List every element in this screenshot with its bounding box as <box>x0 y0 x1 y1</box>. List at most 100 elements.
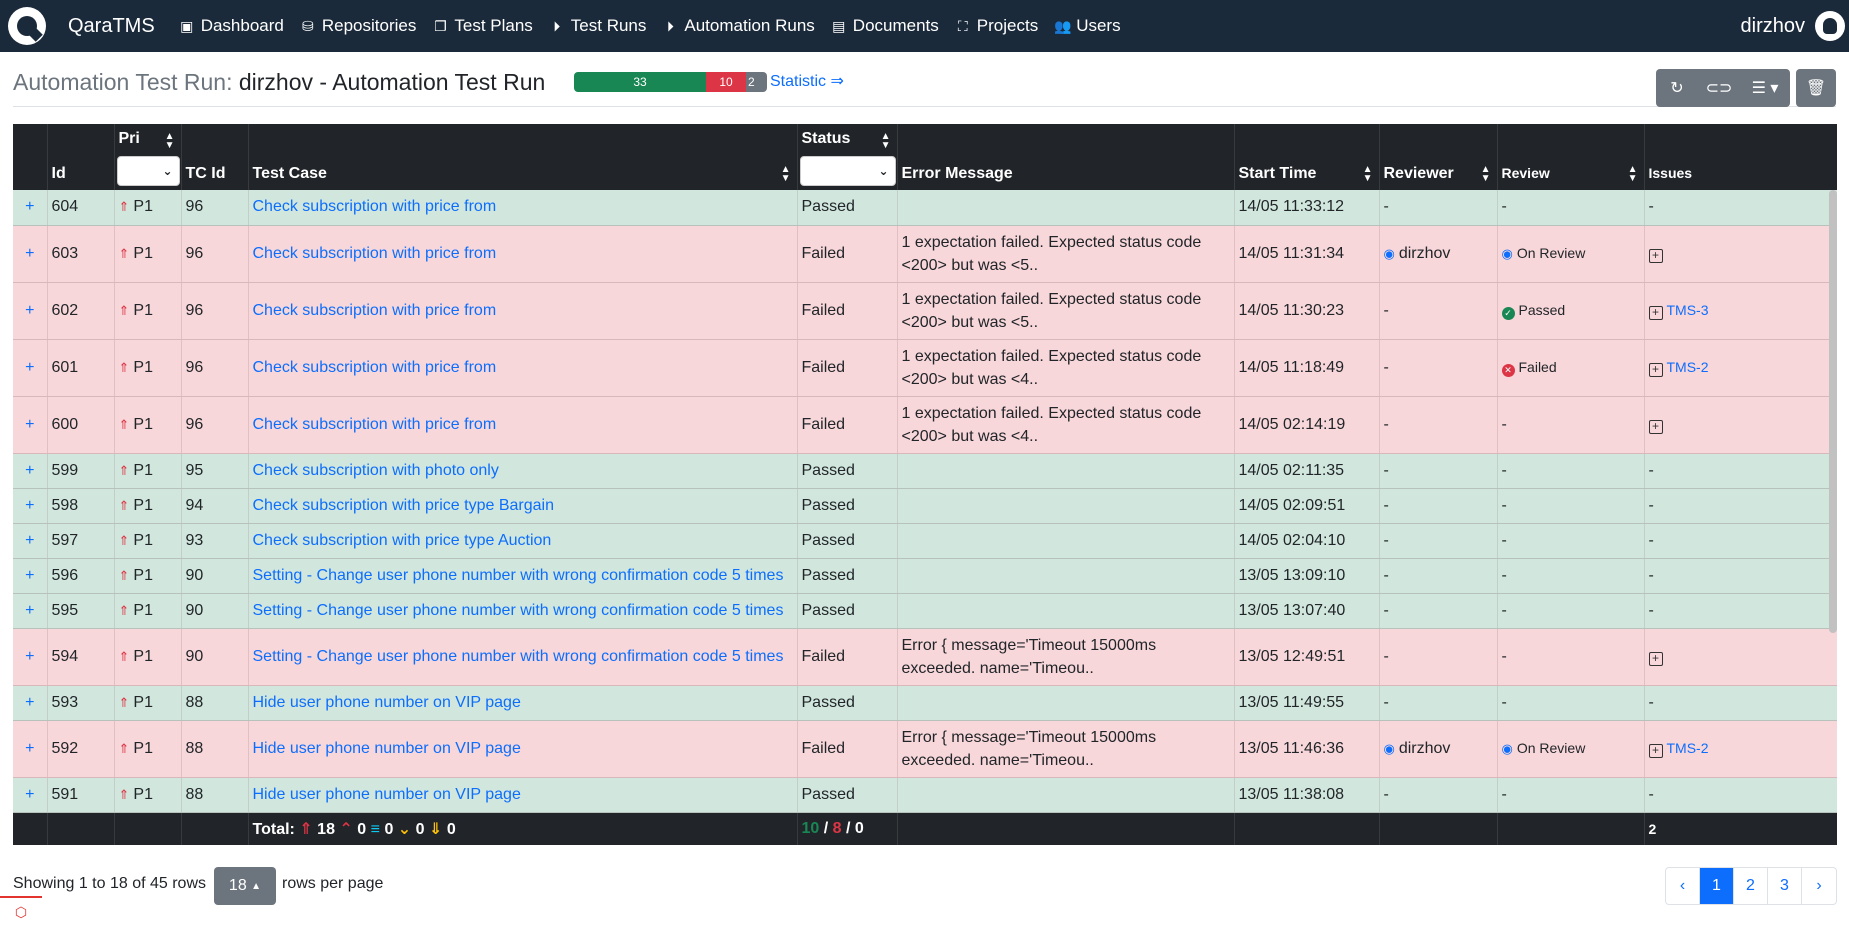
expand-row-button[interactable]: + <box>13 339 48 397</box>
col-status[interactable]: Status ▲ ▼ ⌄ <box>797 124 898 190</box>
expand-row-button[interactable]: + <box>13 282 48 340</box>
expand-row-button[interactable]: + <box>13 225 48 283</box>
nav-users[interactable]: 👥 Users <box>1054 16 1120 36</box>
nav-projects[interactable]: ⛶ Projects <box>955 16 1038 36</box>
add-issue-icon[interactable]: + <box>1648 651 1663 666</box>
expand-row-button[interactable]: + <box>13 396 48 454</box>
github-icon[interactable] <box>1815 11 1845 41</box>
add-issue-icon[interactable]: + <box>1648 419 1663 434</box>
page-2-button[interactable]: 2 <box>1734 868 1768 904</box>
table-row[interactable]: +601 ⇑ P1 96 Check subscription with price f… <box>13 339 1837 397</box>
col-id[interactable]: Id <box>47 124 115 190</box>
col-start-time[interactable]: Start Time ▲ ▼ <box>1234 124 1380 190</box>
add-issue-icon[interactable]: + <box>1648 248 1663 263</box>
cell-status: Failed <box>797 396 898 454</box>
cell-reviewer: - <box>1379 488 1498 524</box>
expand-row-button[interactable]: + <box>13 720 48 778</box>
table-body: +604 ⇑ P1 96 Check subscription with price f… <box>13 190 1837 813</box>
nav-documents[interactable]: ▤ Documents <box>831 16 939 36</box>
table-row[interactable]: +598 ⇑ P1 94 Check subscription with price t… <box>13 488 1837 524</box>
priority-filter-select[interactable]: ⌄ <box>116 156 180 186</box>
cell-test-case-link[interactable]: Hide user phone number on VIP page <box>248 685 798 721</box>
cell-test-case-link[interactable]: Check subscription with price from <box>248 190 798 226</box>
p3-count: 0 <box>384 820 394 838</box>
cell-test-case-link[interactable]: Hide user phone number on VIP page <box>248 720 798 778</box>
cell-test-case-link[interactable]: Setting - Change user phone number with … <box>248 558 798 594</box>
current-user[interactable]: dirzhov <box>1741 15 1805 38</box>
expand-row-button[interactable]: + <box>13 593 48 629</box>
nav-test-plans[interactable]: ❐ Test Plans <box>432 16 533 36</box>
col-priority[interactable]: Pri ▲ ▼ ⌄ <box>114 124 182 190</box>
table-row[interactable]: +596 ⇑ P1 90 Setting - Change user phone num… <box>13 558 1837 594</box>
reviewer-value: - <box>1383 531 1389 549</box>
cell-test-case-link[interactable]: Hide user phone number on VIP page <box>248 777 798 813</box>
table-row[interactable]: +595 ⇑ P1 90 Setting - Change user phone num… <box>13 593 1837 629</box>
sitemap-icon: ⛶ <box>957 17 968 34</box>
expand-row-button[interactable]: + <box>13 777 48 813</box>
expand-row-button[interactable]: + <box>13 190 48 226</box>
cell-test-case-link[interactable]: Check subscription with price from <box>248 282 798 340</box>
statistic-link[interactable]: Statistic ⇒ <box>770 71 844 91</box>
cell-test-case-link[interactable]: Check subscription with price from <box>248 339 798 397</box>
col-review[interactable]: Review ▲ ▼ <box>1497 124 1645 190</box>
review-status: - <box>1501 415 1507 433</box>
table-row[interactable]: +593 ⇑ P1 88 Hide user phone number on VIP p… <box>13 685 1837 721</box>
brand[interactable]: QaraTMS <box>8 7 155 45</box>
expand-row-button[interactable]: + <box>13 523 48 559</box>
status-filter-select[interactable]: ⌄ <box>799 156 896 186</box>
page-prev-button[interactable]: ‹ <box>1666 868 1700 904</box>
cell-test-case-link[interactable]: Check subscription with price from <box>248 225 798 283</box>
table-scrollbar[interactable] <box>1829 190 1837 633</box>
expand-row-button[interactable]: + <box>13 558 48 594</box>
top-navbar: QaraTMS ▣ Dashboard ⛁ Repositories ❐ Test P… <box>0 0 1849 52</box>
cell-priority: ⇑ P1 <box>114 720 182 778</box>
col-tc-id[interactable]: TC Id <box>181 124 249 190</box>
col-reviewer[interactable]: Reviewer ▲ ▼ <box>1379 124 1498 190</box>
issue-link[interactable]: TMS-3 <box>1667 302 1709 318</box>
toggle-button[interactable]: ⊂⊃ <box>1698 69 1740 107</box>
delete-button[interactable]: 🗑 <box>1796 69 1836 107</box>
refresh-button[interactable]: ↻ <box>1656 69 1698 107</box>
table-row[interactable]: +600 ⇑ P1 96 Check subscription with price f… <box>13 396 1837 454</box>
page-next-button[interactable]: › <box>1802 868 1836 904</box>
table-row[interactable]: +594 ⇑ P1 90 Setting - Change user phone num… <box>13 628 1837 686</box>
nav-repositories[interactable]: ⛁ Repositories <box>300 16 416 36</box>
page-3-button[interactable]: 3 <box>1768 868 1802 904</box>
page-1-button[interactable]: 1 <box>1700 868 1734 904</box>
issue-link[interactable]: TMS-2 <box>1667 359 1709 375</box>
expand-row-button[interactable]: + <box>13 628 48 686</box>
expand-row-button[interactable]: + <box>13 453 48 489</box>
add-issue-icon[interactable]: + <box>1648 362 1663 377</box>
rows-per-page-dropdown[interactable]: 18 ▲ <box>214 867 276 905</box>
table-row[interactable]: +592 ⇑ P1 88 Hide user phone number on VIP p… <box>13 720 1837 778</box>
add-issue-icon[interactable]: + <box>1648 305 1663 320</box>
table-row[interactable]: +599 ⇑ P1 95 Check subscription with photo o… <box>13 453 1837 489</box>
nav-dashboard[interactable]: ▣ Dashboard <box>179 16 284 36</box>
issue-link[interactable]: TMS-2 <box>1667 740 1709 756</box>
col-test-case[interactable]: Test Case ▲ ▼ <box>248 124 798 190</box>
nav-test-runs[interactable]: ⏵ Test Runs <box>549 16 646 36</box>
cell-tc-id: 94 <box>181 488 249 524</box>
cell-start-time: 13/05 11:49:55 <box>1234 685 1380 721</box>
table-row[interactable]: +597 ⇑ P1 93 Check subscription with price t… <box>13 523 1837 559</box>
nav-automation-runs[interactable]: ⏵ Automation Runs <box>662 16 815 36</box>
cell-test-case-link[interactable]: Check subscription with price type Barga… <box>248 488 798 524</box>
debugbar-icon[interactable]: ⬡ <box>0 896 42 926</box>
expand-row-button[interactable]: + <box>13 488 48 524</box>
table-row[interactable]: +604 ⇑ P1 96 Check subscription with price f… <box>13 190 1837 226</box>
cell-status: Passed <box>797 190 898 226</box>
columns-dropdown-button[interactable]: ☰ ▾ <box>1740 69 1790 107</box>
cell-test-case-link[interactable]: Setting - Change user phone number with … <box>248 628 798 686</box>
cell-tc-id: 90 <box>181 593 249 629</box>
expand-row-button[interactable]: + <box>13 685 48 721</box>
cell-test-case-link[interactable]: Check subscription with price from <box>248 396 798 454</box>
table-row[interactable]: +603 ⇑ P1 96 Check subscription with price f… <box>13 225 1837 283</box>
add-issue-icon[interactable]: + <box>1648 743 1663 758</box>
table-row[interactable]: +602 ⇑ P1 96 Check subscription with price f… <box>13 282 1837 340</box>
progress-passed: 33 <box>574 72 706 92</box>
cell-test-case-link[interactable]: Check subscription with price type Aucti… <box>248 523 798 559</box>
cell-test-case-link[interactable]: Setting - Change user phone number with … <box>248 593 798 629</box>
cell-test-case-link[interactable]: Check subscription with photo only <box>248 453 798 489</box>
cell-status: Passed <box>797 488 898 524</box>
table-row[interactable]: +591 ⇑ P1 88 Hide user phone number on VIP p… <box>13 777 1837 813</box>
